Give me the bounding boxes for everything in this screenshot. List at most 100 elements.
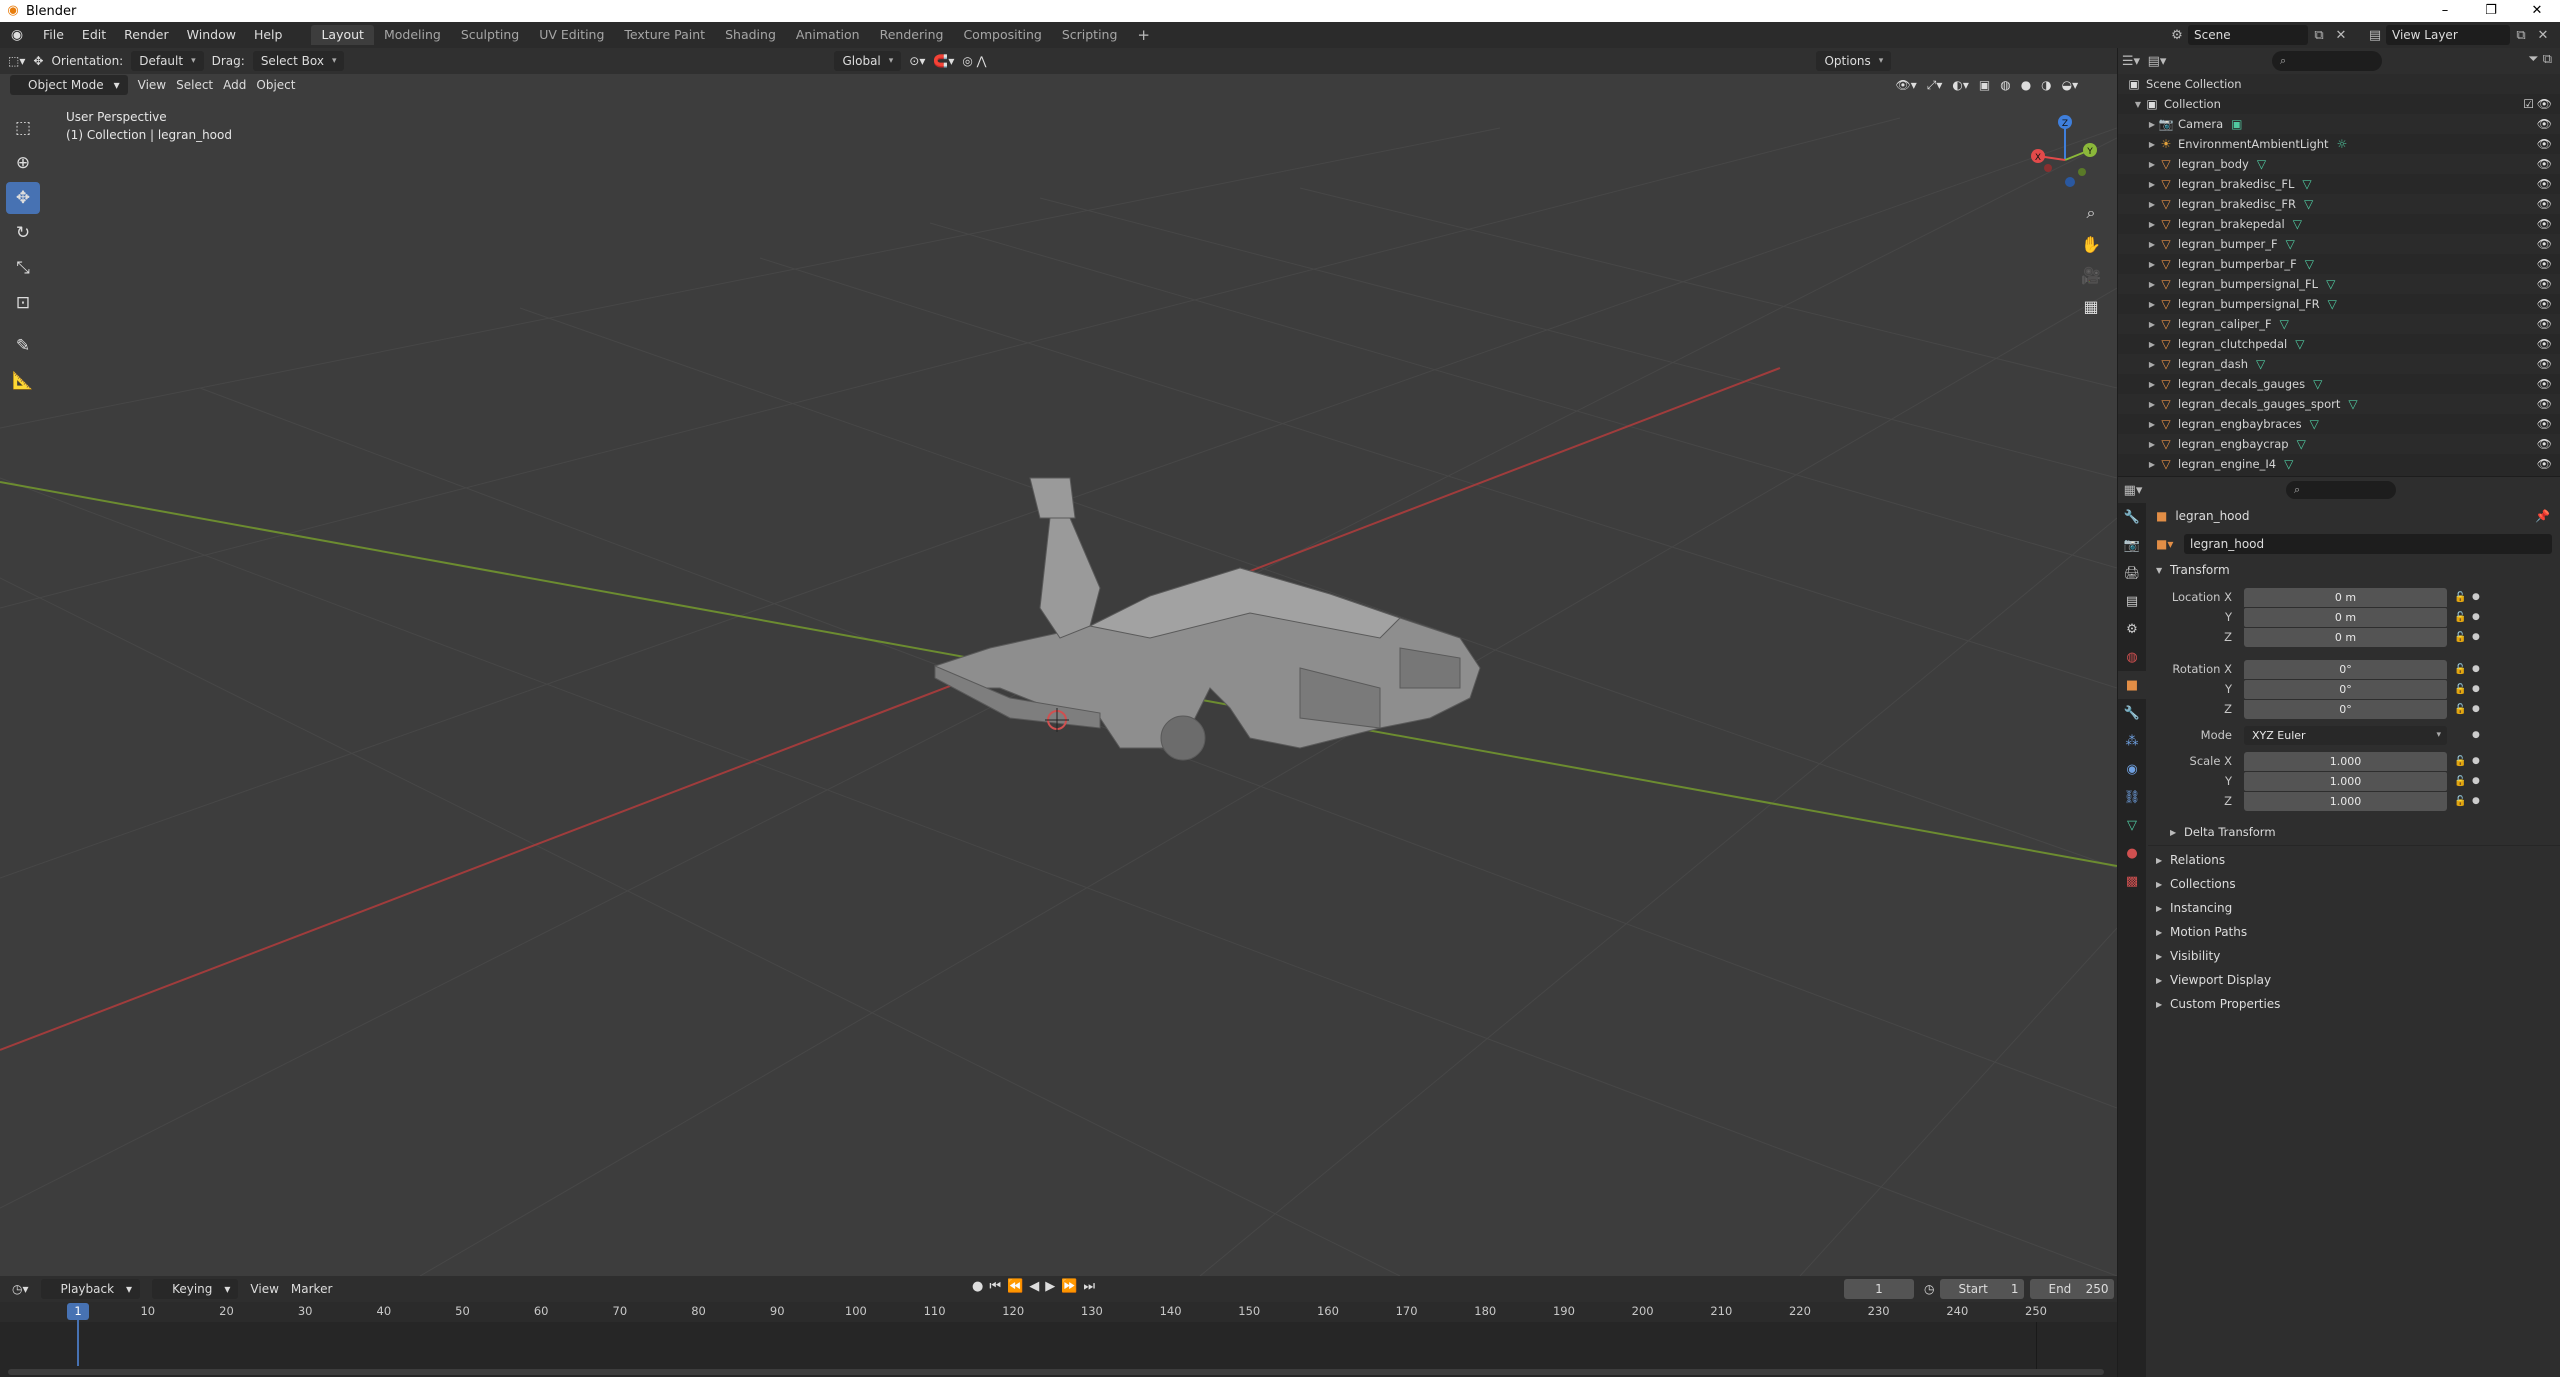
jump-end-icon[interactable]: ⏭: [1083, 1279, 1095, 1294]
outliner-editor-type-icon[interactable]: ☰▾: [2118, 54, 2144, 69]
panel-header-motion-paths[interactable]: ▶ Motion Paths: [2148, 920, 2560, 944]
lock-icon[interactable]: 🔓: [2454, 796, 2466, 807]
jump-keyframe-back-icon[interactable]: ⏪: [1007, 1279, 1023, 1294]
visibility-eye-icon[interactable]: 👁: [2537, 197, 2552, 211]
play-icon[interactable]: ▶: [1045, 1279, 1055, 1294]
ortho-grid-icon[interactable]: ▦: [2076, 291, 2106, 321]
rotation-mode-dropdown[interactable]: XYZ Euler ▾: [2244, 725, 2447, 745]
scale-x-field[interactable]: 1.000: [2244, 751, 2447, 771]
mesh-data-icon[interactable]: ▽: [2257, 157, 2266, 171]
panel-header-collections[interactable]: ▶ Collections: [2148, 872, 2560, 896]
visibility-eye-icon[interactable]: 👁: [2537, 257, 2552, 271]
orientation-dropdown[interactable]: Default ▾: [131, 51, 204, 71]
3d-viewport[interactable]: ⬚▾ ✥ Orientation: Default ▾ Drag: Select …: [0, 48, 2117, 1276]
delta-transform-panel-header[interactable]: ▶ Delta Transform: [2148, 821, 2560, 843]
shading-solid-icon[interactable]: ●: [2021, 78, 2031, 92]
outliner-item[interactable]: ▶ ▽ legran_brakedisc_FL ▽ 👁: [2118, 174, 2560, 194]
drag-dropdown[interactable]: Select Box ▾: [252, 51, 345, 71]
material-tab-icon[interactable]: ●: [2118, 839, 2146, 867]
panel-header-visibility[interactable]: ▶ Visibility: [2148, 944, 2560, 968]
menu-help[interactable]: Help: [245, 22, 292, 48]
object-datablock-icon[interactable]: ■▾: [2156, 537, 2184, 551]
expand-arrow-icon[interactable]: ▶: [2146, 180, 2158, 189]
lock-icon[interactable]: 🔓: [2454, 664, 2466, 675]
visibility-icon[interactable]: 👁▾: [1895, 78, 1916, 92]
outliner-item[interactable]: ▶ ▽ legran_engine_I4 ▽ 👁: [2118, 454, 2560, 474]
current-frame-indicator[interactable]: 1: [67, 1303, 89, 1320]
mesh-data-icon[interactable]: ▽: [2326, 277, 2335, 291]
outliner-item[interactable]: ▶ ▽ legran_caliper_F ▽ 👁: [2118, 314, 2560, 334]
select-box-tool-icon[interactable]: ⬚: [6, 112, 40, 144]
menu-view[interactable]: View: [138, 78, 166, 92]
keying-menu[interactable]: Keying ▾: [152, 1279, 239, 1299]
gizmo-neg-x-axis[interactable]: [2044, 164, 2052, 172]
outliner-item[interactable]: ▶ ▽ legran_decals_gauges_sport ▽ 👁: [2118, 394, 2560, 414]
visibility-eye-icon[interactable]: 👁: [2537, 177, 2552, 191]
mesh-data-icon[interactable]: ▽: [2293, 217, 2302, 231]
options-dropdown[interactable]: Options ▾: [1816, 51, 1892, 71]
mesh-data-icon[interactable]: ▽: [2305, 257, 2314, 271]
outliner-item[interactable]: ▶ ▽ legran_decals_gauges ▽ 👁: [2118, 374, 2560, 394]
scene-name-field[interactable]: Scene: [2188, 25, 2308, 45]
shading-wireframe-icon[interactable]: ◍: [2000, 78, 2010, 92]
gizmo-neg-y-axis[interactable]: [2078, 168, 2086, 176]
keyframe-dot-icon[interactable]: ●: [2472, 664, 2480, 674]
jump-keyframe-forward-icon[interactable]: ⏩: [1061, 1279, 1077, 1294]
rotation-y-field[interactable]: 0°: [2244, 679, 2447, 699]
visibility-eye-icon[interactable]: 👁: [2537, 397, 2552, 411]
lock-icon[interactable]: 🔓: [2454, 632, 2466, 643]
menu-object[interactable]: Object: [256, 78, 295, 92]
visibility-eye-icon[interactable]: 👁: [2537, 217, 2552, 231]
keyframe-dot-icon[interactable]: ●: [2472, 796, 2480, 806]
annotate-tool-icon[interactable]: ✎: [6, 330, 40, 362]
outliner-collection[interactable]: ▼ ▣ Collection ☑ 👁: [2118, 94, 2560, 114]
mesh-data-icon[interactable]: ▽: [2304, 197, 2313, 211]
panel-header-viewport-display[interactable]: ▶ Viewport Display: [2148, 968, 2560, 992]
timeline-view-menu[interactable]: View: [250, 1282, 278, 1296]
keyframe-dot-icon[interactable]: ●: [2472, 684, 2480, 694]
mesh-data-icon[interactable]: ▽: [2302, 177, 2311, 191]
scene-delete-icon[interactable]: ✕: [2330, 28, 2352, 43]
move-tool-icon[interactable]: ✥: [6, 182, 40, 214]
visibility-eye-icon[interactable]: 👁: [2537, 337, 2552, 351]
timeline-ruler[interactable]: 1 10 20 30 40 50 60 70 80 90 100 110 120 130 140 150 16…: [0, 1302, 2117, 1322]
record-icon[interactable]: ●: [972, 1279, 983, 1294]
properties-editor-type-icon[interactable]: ▦▾: [2118, 483, 2148, 498]
light-data-icon[interactable]: ☼: [2337, 137, 2348, 151]
filter-icon[interactable]: ⏷ ⧉: [2528, 52, 2552, 67]
object-mode-dropdown[interactable]: Object Mode ▾: [10, 75, 128, 95]
keyframe-dot-icon[interactable]: ●: [2472, 730, 2480, 740]
maximize-button[interactable]: ❐: [2468, 0, 2514, 22]
view-layer-new-icon[interactable]: ⧉: [2510, 28, 2532, 43]
editor-type-icon[interactable]: ⬚▾: [8, 54, 25, 68]
mesh-data-icon[interactable]: ▽: [2284, 457, 2293, 471]
expand-arrow-icon[interactable]: ▶: [2146, 420, 2158, 429]
output-tab-icon[interactable]: 🖨: [2118, 559, 2146, 587]
overlay-toggle-icon[interactable]: ◐▾: [1952, 78, 1969, 92]
expand-arrow-icon[interactable]: ▶: [2146, 320, 2158, 329]
mesh-data-icon[interactable]: ▽: [2256, 357, 2265, 371]
rotation-x-field[interactable]: 0°: [2244, 659, 2447, 679]
view-layer-delete-icon[interactable]: ✕: [2532, 28, 2554, 43]
lock-icon[interactable]: 🔓: [2454, 776, 2466, 787]
timeline-scrollbar[interactable]: [8, 1369, 2104, 1375]
expand-arrow-icon[interactable]: ▶: [2146, 220, 2158, 229]
tab-layout[interactable]: Layout: [311, 25, 374, 45]
mesh-data-icon[interactable]: ▽: [2297, 437, 2306, 451]
expand-arrow-icon[interactable]: ▶: [2146, 160, 2158, 169]
visibility-eye-icon[interactable]: 👁: [2537, 297, 2552, 311]
mesh-data-icon[interactable]: ▽: [2328, 297, 2337, 311]
tab-sculpting[interactable]: Sculpting: [451, 25, 529, 45]
expand-arrow-icon[interactable]: ▼: [2132, 100, 2144, 109]
properties-search-input[interactable]: ⌕: [2286, 481, 2396, 499]
exclude-checkbox[interactable]: ☑: [2523, 97, 2534, 111]
outliner-item[interactable]: ▶ ▽ legran_bumperbar_F ▽ 👁: [2118, 254, 2560, 274]
camera-view-icon[interactable]: 🎥: [2076, 260, 2106, 290]
expand-arrow-icon[interactable]: ▶: [2146, 300, 2158, 309]
panel-header-instancing[interactable]: ▶ Instancing: [2148, 896, 2560, 920]
lock-icon[interactable]: 🔓: [2454, 704, 2466, 715]
render-tab-icon[interactable]: 📷: [2118, 531, 2146, 559]
outliner-item[interactable]: ▶ ▽ legran_dash ▽ 👁: [2118, 354, 2560, 374]
object-name-field[interactable]: legran_hood: [2184, 534, 2552, 554]
keyframe-dot-icon[interactable]: ●: [2472, 592, 2480, 602]
